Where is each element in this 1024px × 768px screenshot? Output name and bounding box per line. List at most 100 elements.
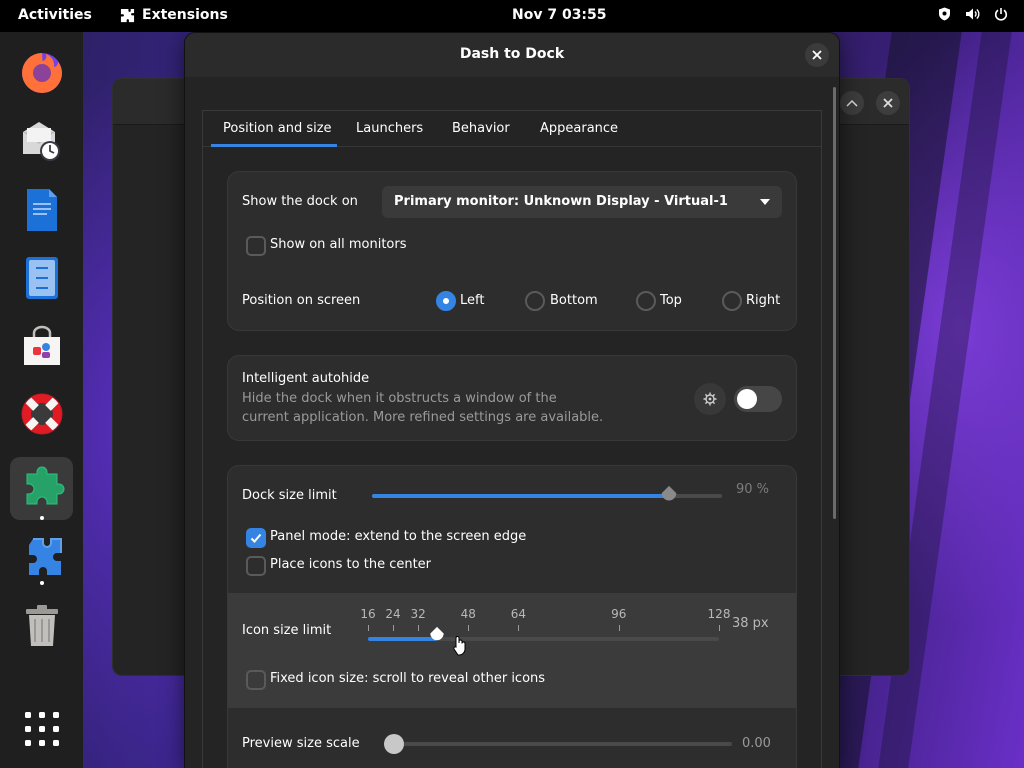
checkmark-icon [250, 533, 262, 543]
monitor-position-card: Show the dock on Primary monitor: Unknow… [227, 171, 797, 331]
preview-scale-slider[interactable] [386, 742, 732, 746]
tab-appearance[interactable]: Appearance [540, 121, 618, 136]
all-monitors-checkbox[interactable] [246, 236, 266, 256]
icon-size-tick-label: 32 [410, 607, 426, 621]
icon-size-row: Icon size limit 16 24 32 48 64 96 128 38 px Fi… [228, 593, 796, 708]
running-indicator [40, 581, 44, 585]
top-bar: Activities Extensions Nov 7 03:55 [0, 0, 1024, 32]
dock-trash[interactable] [10, 594, 73, 657]
lifebuoy-icon [21, 393, 62, 434]
position-right-radio[interactable] [722, 291, 742, 311]
puzzle-icon [120, 8, 135, 22]
clock[interactable]: Nov 7 03:55 [512, 7, 607, 23]
dialog-title: Dash to Dock [459, 46, 565, 62]
position-top-radio[interactable] [636, 291, 656, 311]
autohide-card: Intelligent autohide Hide the dock when … [227, 355, 797, 441]
dock-app-mail-calendar[interactable] [10, 109, 73, 172]
scrollbar[interactable] [833, 87, 836, 519]
mail-clock-icon [22, 121, 60, 161]
size-card: Dock size limit 90 % Panel mode: extend … [227, 465, 797, 768]
center-icons-checkbox[interactable] [246, 556, 266, 576]
autohide-title: Intelligent autohide [242, 371, 370, 386]
autohide-settings-button[interactable] [694, 383, 726, 415]
switch-knob [737, 389, 757, 409]
preview-scale-label: Preview size scale [242, 736, 360, 751]
fixed-icon-size-label: Fixed icon size: scroll to reveal other … [270, 671, 546, 686]
running-indicator [40, 516, 44, 520]
volume-icon [966, 8, 980, 20]
position-bottom-label: Bottom [550, 293, 598, 308]
app-menu-button[interactable]: Extensions [120, 7, 228, 23]
tab-bar: Position and size Launchers Behavior App… [203, 111, 821, 147]
grid-icon [24, 711, 59, 746]
tab-launchers[interactable]: Launchers [356, 121, 423, 136]
icon-size-tick-label: 128 [707, 607, 731, 621]
app-name: Extensions [142, 7, 228, 23]
gear-icon [703, 392, 717, 406]
preview-scale-slider-knob[interactable] [384, 734, 404, 754]
dock-app-firefox[interactable] [10, 40, 73, 103]
dock-size-slider-fill [372, 494, 669, 498]
panel-mode-label: Panel mode: extend to the screen edge [270, 529, 527, 544]
icon-size-tick-label: 64 [510, 607, 527, 621]
close-window-button[interactable] [876, 91, 900, 115]
icon-size-slider-knob[interactable] [427, 626, 447, 646]
monitor-dropdown[interactable]: Primary monitor: Unknown Display - Virtu… [382, 186, 782, 218]
fixed-icon-size-checkbox[interactable] [246, 670, 266, 690]
icon-size-tick [393, 625, 395, 631]
icon-size-label: Icon size limit [242, 623, 332, 638]
icon-size-tick [518, 625, 520, 631]
firefox-icon [21, 52, 62, 93]
dock-size-slider-knob[interactable] [659, 485, 679, 505]
close-icon [812, 50, 822, 60]
position-top-label: Top [660, 293, 682, 308]
dock-app-software[interactable] [10, 315, 73, 378]
dock-size-label: Dock size limit [242, 488, 337, 503]
autohide-description-line2: current application. More refined settin… [242, 410, 604, 425]
center-icons-label: Place icons to the center [270, 557, 432, 572]
dash-dock [0, 32, 83, 768]
icon-size-tick-label: 96 [611, 607, 627, 621]
show-apps-button[interactable] [10, 697, 73, 760]
autohide-switch[interactable] [734, 386, 782, 412]
preview-scale-value: 0.00 [742, 736, 771, 751]
minimize-button[interactable] [840, 91, 864, 115]
dock-app-extensions[interactable] [10, 526, 73, 589]
panel-mode-checkbox[interactable] [246, 528, 266, 548]
monitor-dropdown-value: Primary monitor: Unknown Display - Virtu… [394, 194, 728, 209]
icon-size-tick-label: 24 [385, 607, 401, 621]
tab-behavior[interactable]: Behavior [452, 121, 510, 136]
activities-button[interactable]: Activities [18, 7, 92, 23]
puzzle-green-icon [26, 466, 64, 504]
dock-app-writer[interactable] [10, 178, 73, 241]
tab-position-and-size[interactable]: Position and size [223, 121, 332, 136]
close-icon [883, 98, 893, 108]
selected-tab-indicator [211, 144, 337, 147]
system-status-menu[interactable] [938, 7, 1008, 21]
dock-app-help[interactable] [10, 382, 73, 445]
dock-size-value: 90 % [736, 482, 770, 497]
trash-icon [25, 604, 58, 646]
icon-size-tick [719, 625, 720, 631]
icon-size-tick-label: 48 [460, 607, 476, 621]
icon-size-tick [418, 625, 420, 631]
position-right-label: Right [746, 293, 781, 308]
chevron-down-icon [760, 199, 770, 205]
autohide-description-line1: Hide the dock when it obstructs a window… [242, 391, 557, 406]
icon-size-slider[interactable] [368, 637, 719, 641]
dialog-close-button[interactable] [805, 43, 829, 67]
position-bottom-radio[interactable] [525, 291, 545, 311]
software-store-icon [23, 325, 60, 365]
dialog-header: Dash to Dock [185, 33, 839, 77]
dash-to-dock-dialog: Dash to Dock Position and size Launchers… [185, 33, 839, 768]
icon-size-tick [618, 625, 620, 631]
puzzle-blue-icon [28, 537, 62, 575]
document-icon [26, 188, 57, 231]
mouse-cursor-icon [453, 636, 466, 656]
dock-app-files[interactable] [10, 246, 73, 309]
position-left-label: Left [460, 293, 485, 308]
chevron-up-icon [846, 99, 858, 107]
dock-app-extension-manager[interactable] [10, 457, 73, 520]
position-left-radio[interactable] [436, 291, 456, 311]
all-monitors-label: Show on all monitors [270, 237, 407, 252]
